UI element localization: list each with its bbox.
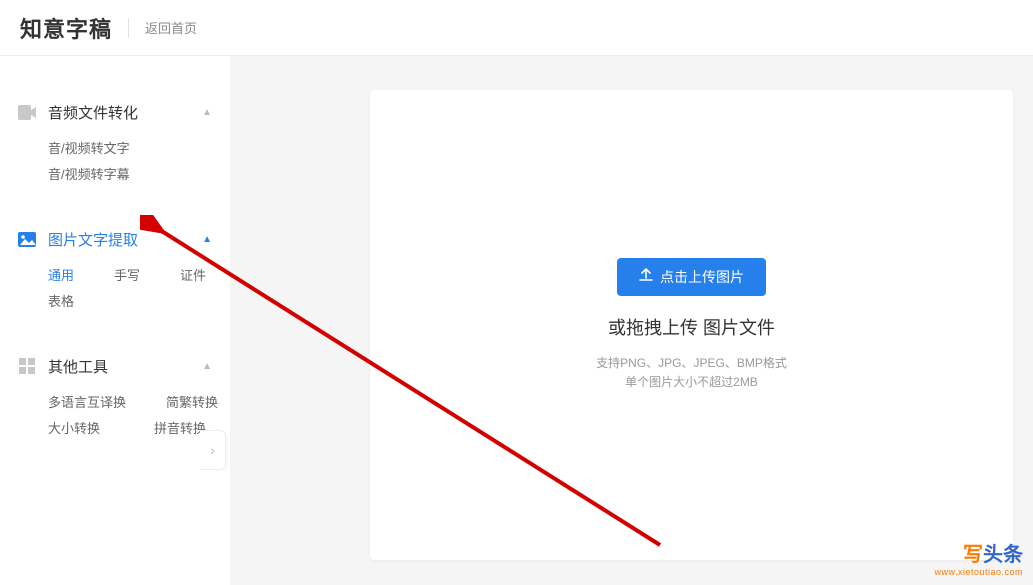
drag-upload-title: 或拖拽上传 图片文件 — [608, 314, 775, 340]
sidebar-item-pinyin[interactable]: 拼音转换 — [154, 416, 206, 442]
sidebar-item-case[interactable]: 大小转换 — [48, 416, 100, 442]
sidebar-item-audio-to-text[interactable]: 音/视频转文字 — [48, 136, 130, 162]
watermark-url: www.xietoutiao.com — [934, 567, 1023, 577]
sidebar-item-general[interactable]: 通用 — [48, 263, 74, 289]
video-icon — [18, 103, 36, 121]
sub-items: 通用 手写 证件 表格 — [0, 255, 230, 315]
hint-size: 单个图片大小不超过2MB — [596, 373, 787, 392]
logo: 知意字稿 — [20, 12, 112, 44]
sub-items: 音/视频转文字 音/视频转字幕 — [0, 128, 230, 188]
section-header-image-ocr[interactable]: 图片文字提取 ▲ — [0, 223, 230, 255]
section-header-other[interactable]: 其他工具 ▲ — [0, 350, 230, 382]
sub-items: 多语言互译换 简繁转换 大小转换 拼音转换 — [0, 382, 230, 442]
sidebar-section-audio: 音频文件转化 ▲ 音/视频转文字 音/视频转字幕 — [0, 96, 230, 188]
sidebar-section-image-ocr: 图片文字提取 ▲ 通用 手写 证件 表格 — [0, 223, 230, 315]
section-title: 图片文字提取 — [48, 229, 202, 250]
sidebar-item-simplify[interactable]: 简繁转换 — [166, 390, 218, 416]
chevron-up-icon: ▲ — [202, 234, 212, 245]
section-title: 其他工具 — [48, 356, 202, 377]
sidebar-item-audio-to-subtitle[interactable]: 音/视频转字幕 — [48, 162, 130, 188]
section-header-audio[interactable]: 音频文件转化 ▲ — [0, 96, 230, 128]
upload-button-label: 点击上传图片 — [660, 267, 744, 287]
chevron-up-icon: ▲ — [202, 361, 212, 372]
upload-icon — [639, 268, 653, 285]
section-title: 音频文件转化 — [48, 102, 202, 123]
divider — [128, 18, 129, 38]
sidebar: 音频文件转化 ▲ 音/视频转文字 音/视频转字幕 图片文字提取 ▲ 通用 手写 … — [0, 56, 230, 585]
chevron-up-icon: ▲ — [202, 107, 212, 118]
watermark: 写头条 www.xietoutiao.com — [934, 538, 1023, 577]
upload-panel: 点击上传图片 或拖拽上传 图片文件 支持PNG、JPG、JPEG、BMP格式 单… — [370, 90, 1013, 560]
sidebar-collapse-handle[interactable]: › — [200, 430, 226, 470]
sidebar-item-table[interactable]: 表格 — [48, 289, 74, 315]
upload-button[interactable]: 点击上传图片 — [617, 258, 766, 296]
sidebar-item-translate[interactable]: 多语言互译换 — [48, 390, 126, 416]
chevron-right-icon: › — [210, 442, 215, 458]
home-link[interactable]: 返回首页 — [145, 18, 197, 37]
header: 知意字稿 返回首页 — [0, 0, 1033, 56]
upload-hint: 支持PNG、JPG、JPEG、BMP格式 单个图片大小不超过2MB — [596, 354, 787, 392]
image-icon — [18, 230, 36, 248]
sidebar-item-id[interactable]: 证件 — [180, 263, 206, 289]
sidebar-section-other-tools: 其他工具 ▲ 多语言互译换 简繁转换 大小转换 拼音转换 — [0, 350, 230, 442]
grid-icon — [18, 357, 36, 375]
hint-formats: 支持PNG、JPG、JPEG、BMP格式 — [596, 354, 787, 373]
watermark-logo: 写头条 — [934, 538, 1023, 567]
sidebar-item-handwriting[interactable]: 手写 — [114, 263, 140, 289]
